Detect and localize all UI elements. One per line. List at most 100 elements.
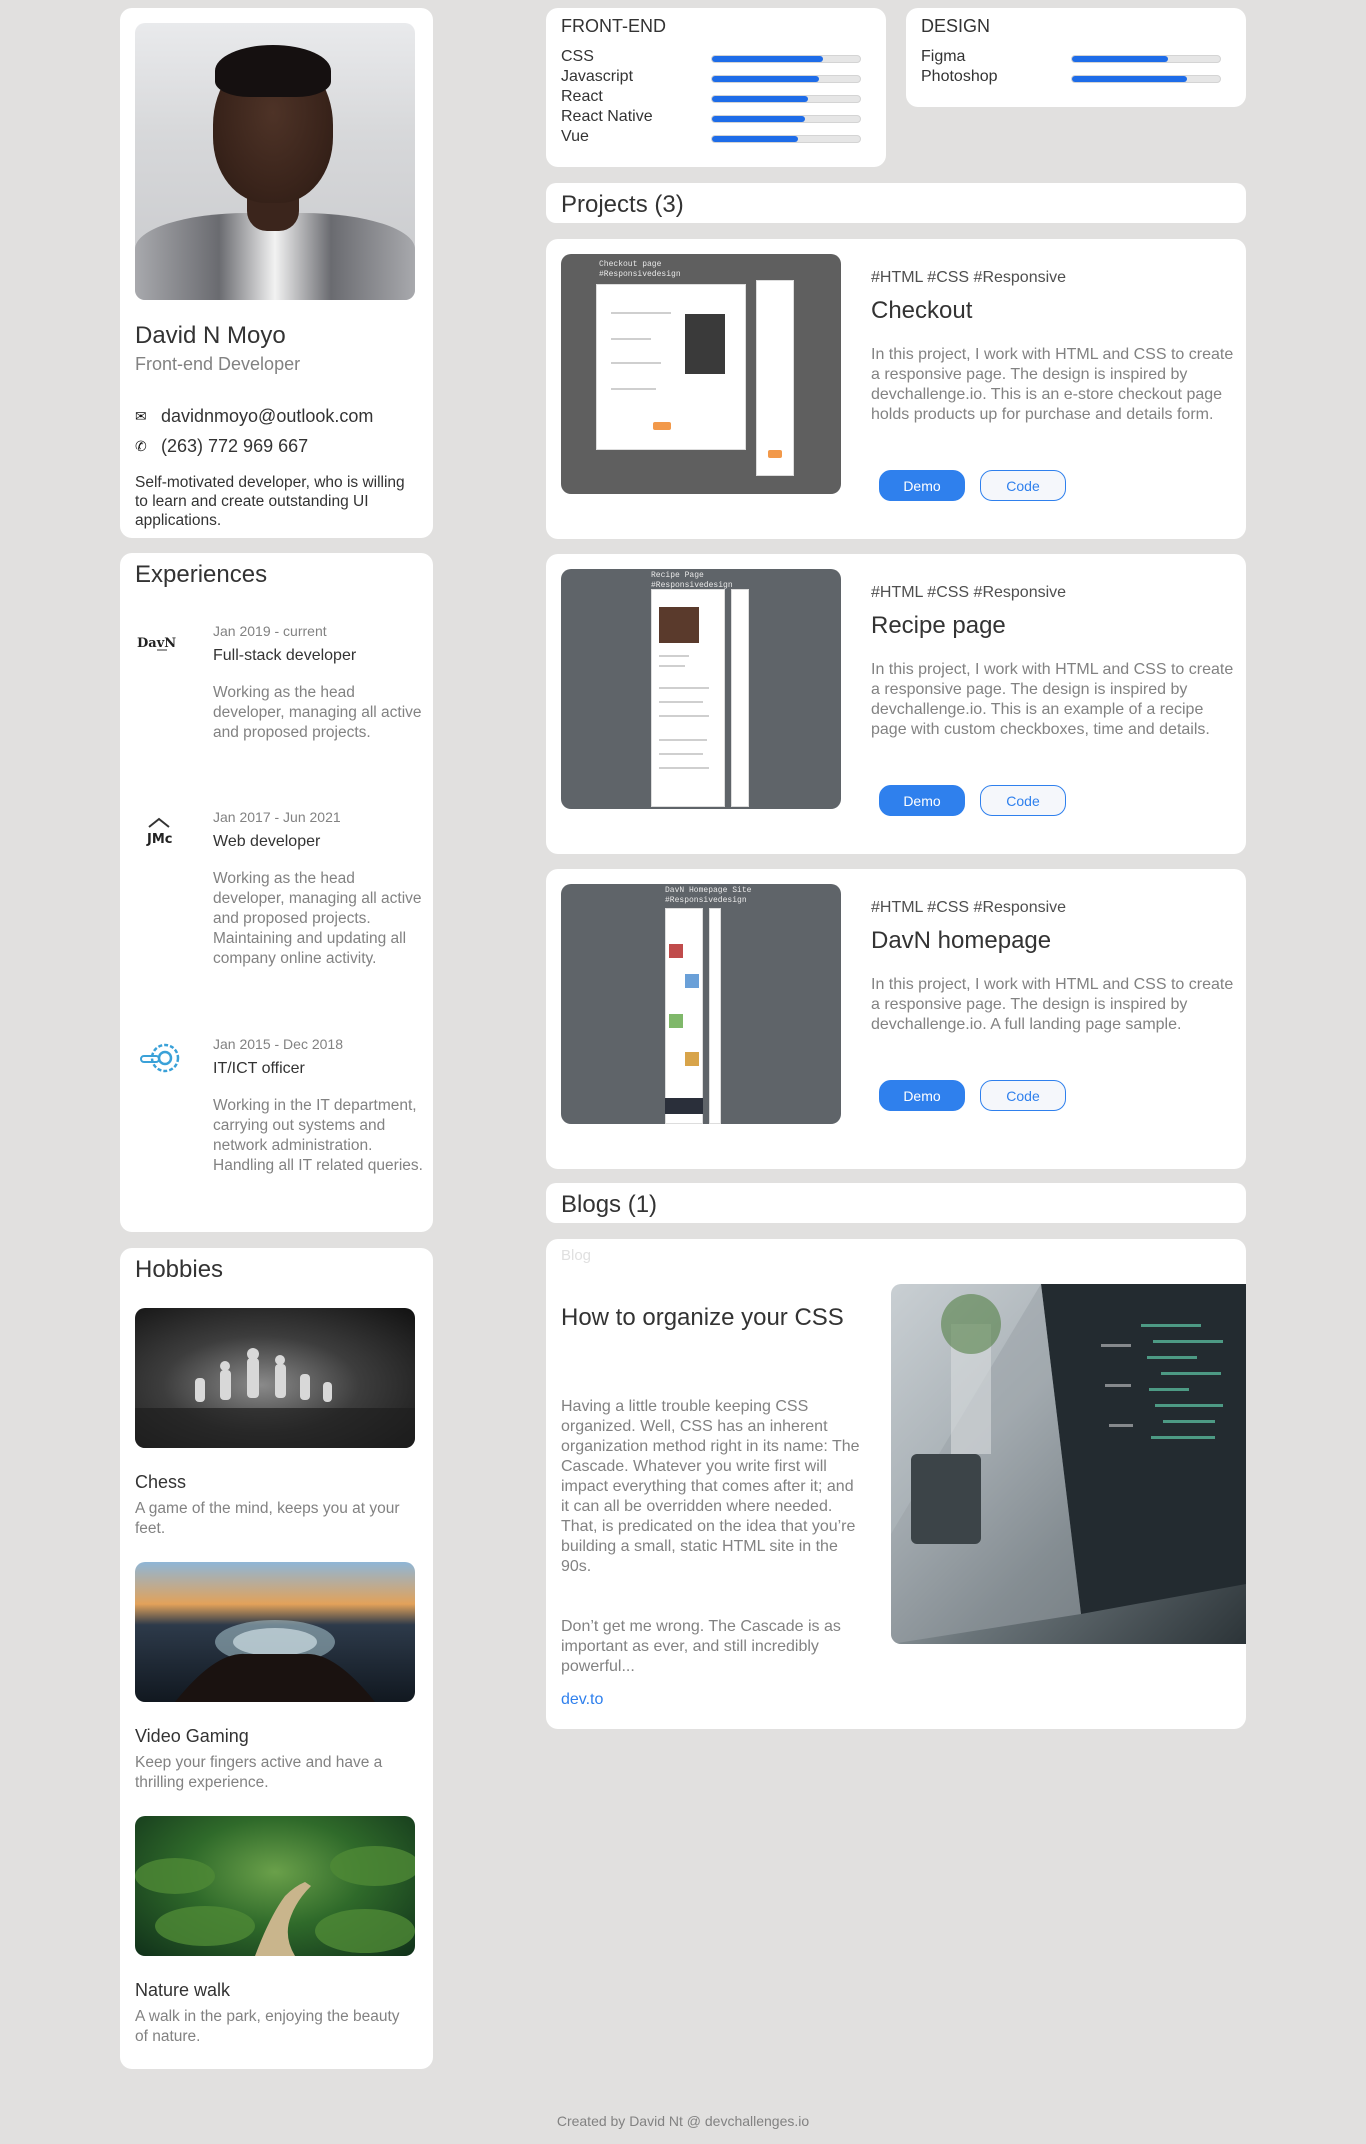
chess-image bbox=[135, 1308, 415, 1448]
skill-row: Vue bbox=[561, 128, 871, 148]
experiences-card: Experiences DavN Jan 2019 - current Full… bbox=[120, 553, 433, 1232]
jmc-logo-icon: JMc bbox=[146, 817, 172, 847]
hobby-desc: Keep your fingers active and have a thri… bbox=[135, 1754, 383, 1791]
experience-date: Jan 2019 - current bbox=[213, 623, 327, 639]
project-screenshot: Checkout page #Responsivedesign bbox=[561, 254, 841, 494]
blog-card: Blog How to organize your CSS Having a l… bbox=[546, 1239, 1246, 1729]
blogs-heading: Blogs (1) bbox=[546, 1183, 1246, 1223]
blog-tag: Blog bbox=[561, 1247, 592, 1264]
blog-paragraph: Don’t get me wrong. The Cascade is as im… bbox=[561, 1618, 841, 1675]
skill-bar-fill bbox=[1072, 56, 1169, 62]
hobby-item: Chess A game of the mind, keeps you at y… bbox=[135, 1308, 415, 1539]
blog-paragraph: Having a little trouble keeping CSS orga… bbox=[561, 1398, 860, 1575]
hobby-item: Video Gaming Keep your fingers active an… bbox=[135, 1562, 415, 1793]
screenshot-caption: Recipe Page #Responsivedesign bbox=[651, 571, 733, 590]
frontend-title: FRONT-END bbox=[561, 16, 666, 36]
hobbies-card: Hobbies Chess A game of the mind, keeps … bbox=[120, 1248, 433, 2069]
experiences-title: Experiences bbox=[135, 561, 268, 588]
experience-title: Full-stack developer bbox=[213, 647, 357, 664]
hobby-desc: A game of the mind, keeps you at your fe… bbox=[135, 1500, 400, 1537]
screenshot-caption: DavN Homepage Site #Responsivedesign bbox=[665, 886, 752, 905]
design-title: DESIGN bbox=[921, 16, 991, 36]
hobby-name: Video Gaming bbox=[135, 1726, 249, 1746]
skill-label: Figma bbox=[921, 48, 966, 65]
project-tags: #HTML #CSS #Responsive bbox=[871, 584, 1067, 601]
phone-row[interactable]: ✆ (263) 772 969 667 bbox=[135, 436, 308, 457]
demo-button[interactable]: Demo bbox=[879, 470, 965, 501]
project-card: Checkout page #Responsivedesign #HTML #C… bbox=[546, 239, 1246, 539]
email-text[interactable]: davidnmoyo@outlook.com bbox=[161, 406, 373, 427]
skill-row: React Native bbox=[561, 108, 871, 128]
skill-bar bbox=[711, 55, 861, 63]
experience-date: Jan 2017 - Jun 2021 bbox=[213, 809, 341, 825]
skill-bar-fill bbox=[712, 96, 809, 102]
experience-title: Web developer bbox=[213, 833, 321, 850]
phone-text[interactable]: (263) 772 969 667 bbox=[161, 436, 308, 457]
experience-date: Jan 2015 - Dec 2018 bbox=[213, 1036, 343, 1052]
svg-text:DavN: DavN bbox=[137, 636, 176, 651]
profile-role: Front-end Developer bbox=[135, 354, 301, 374]
project-card: DavN Homepage Site #Responsivedesign #HT… bbox=[546, 869, 1246, 1169]
ict-logo-icon bbox=[140, 1043, 180, 1073]
code-button[interactable]: Code bbox=[980, 1080, 1066, 1111]
blog-link[interactable]: dev.to bbox=[561, 1691, 603, 1709]
project-desc: In this project, I work with HTML and CS… bbox=[871, 346, 1234, 423]
project-screenshot: Recipe Page #Responsivedesign bbox=[561, 569, 841, 809]
skill-bar bbox=[711, 95, 861, 103]
skill-bar-fill bbox=[712, 116, 806, 122]
project-desc: In this project, I work with HTML and CS… bbox=[871, 976, 1234, 1033]
project-title: Checkout bbox=[871, 297, 973, 324]
footer: Created by David Nt @ devchallenges.io bbox=[556, 2113, 810, 2129]
skill-row: Figma bbox=[921, 48, 1231, 68]
davn-logo-icon: DavN bbox=[137, 636, 176, 651]
phone-icon: ✆ bbox=[135, 438, 147, 454]
hobby-desc: A walk in the park, enjoying the beauty … bbox=[135, 2008, 400, 2045]
code-button[interactable]: Code bbox=[980, 470, 1066, 501]
projects-heading-text: Projects (3) bbox=[561, 191, 684, 218]
skill-label: CSS bbox=[561, 48, 594, 65]
projects-heading: Projects (3) bbox=[546, 183, 1246, 223]
skill-row: Photoshop bbox=[921, 68, 1231, 88]
skill-row: CSS bbox=[561, 48, 871, 68]
hobby-item: Nature walk A walk in the park, enjoying… bbox=[135, 1816, 415, 2047]
project-card: Recipe Page #Responsivedesign #HTML #CSS… bbox=[546, 554, 1246, 854]
screenshot-caption: Checkout page #Responsivedesign bbox=[599, 260, 681, 279]
skill-row: React bbox=[561, 88, 871, 108]
skill-bar bbox=[711, 75, 861, 83]
design-skills-card: DESIGN Figma Photoshop bbox=[906, 8, 1246, 107]
mail-icon: ✉ bbox=[135, 408, 147, 424]
skill-bar bbox=[711, 135, 861, 143]
hobby-name: Chess bbox=[135, 1472, 187, 1492]
profile-bio: Self-motivated developer, who is willing… bbox=[135, 474, 405, 529]
skill-label: Javascript bbox=[561, 68, 634, 85]
blogs-heading-text: Blogs (1) bbox=[561, 1191, 658, 1218]
svg-text:JMc: JMc bbox=[146, 832, 172, 847]
gaming-image bbox=[135, 1562, 415, 1702]
skill-bar bbox=[711, 115, 861, 123]
code-button[interactable]: Code bbox=[980, 785, 1066, 816]
skill-bar-fill bbox=[712, 56, 823, 62]
demo-button[interactable]: Demo bbox=[879, 1080, 965, 1111]
skill-bar-fill bbox=[1072, 76, 1188, 82]
experience-desc: Working in the IT department, carrying o… bbox=[213, 1097, 423, 1174]
email-row[interactable]: ✉ davidnmoyo@outlook.com bbox=[135, 406, 373, 427]
skill-bar bbox=[1071, 75, 1221, 83]
skill-label: React bbox=[561, 88, 603, 105]
avatar bbox=[135, 23, 415, 300]
skill-bar bbox=[1071, 55, 1221, 63]
skill-label: Vue bbox=[561, 128, 589, 145]
demo-button[interactable]: Demo bbox=[879, 785, 965, 816]
experience-desc: Working as the head developer, managing … bbox=[213, 684, 422, 741]
skill-row: Javascript bbox=[561, 68, 871, 88]
experience-title: IT/ICT officer bbox=[213, 1060, 305, 1077]
project-screenshot: DavN Homepage Site #Responsivedesign bbox=[561, 884, 841, 1124]
project-desc: In this project, I work with HTML and CS… bbox=[871, 661, 1234, 738]
skill-label: React Native bbox=[561, 108, 653, 125]
project-title: Recipe page bbox=[871, 612, 1006, 639]
hobby-name: Nature walk bbox=[135, 1980, 231, 2000]
experience-desc: Working as the head developer, managing … bbox=[213, 870, 422, 967]
blog-image bbox=[891, 1284, 1246, 1644]
skill-label: Photoshop bbox=[921, 68, 998, 85]
project-tags: #HTML #CSS #Responsive bbox=[871, 269, 1067, 286]
skill-bar-fill bbox=[712, 76, 819, 82]
